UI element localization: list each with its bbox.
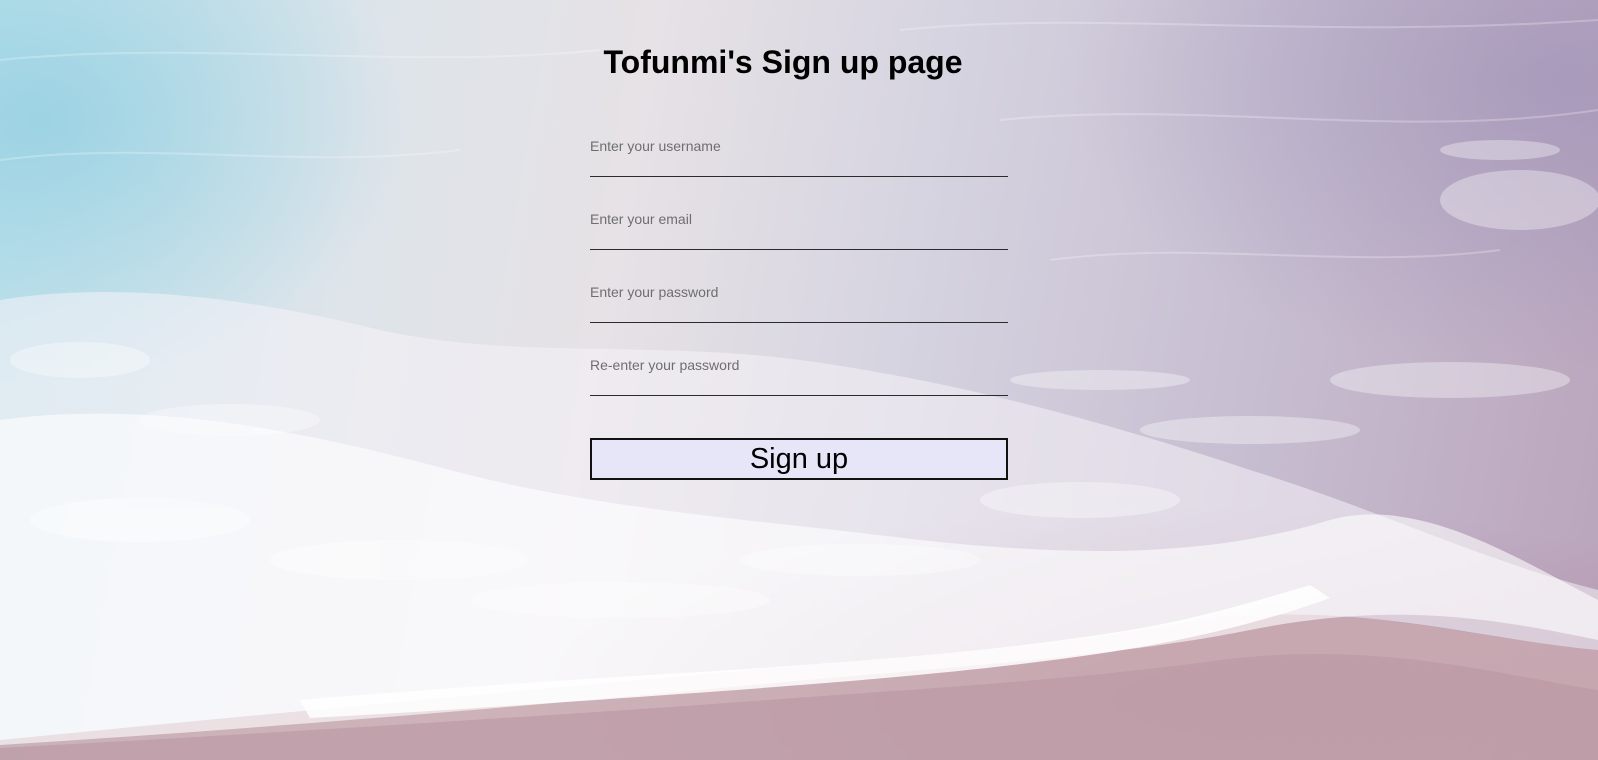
email-input[interactable] — [590, 203, 1008, 250]
password-input[interactable] — [590, 276, 1008, 323]
confirm-password-field-wrapper — [590, 349, 1008, 396]
password-field-wrapper — [590, 276, 1008, 323]
confirm-password-input[interactable] — [590, 349, 1008, 396]
page-title: Tofunmi's Sign up page — [0, 44, 1598, 81]
signup-form — [590, 130, 1008, 422]
username-input[interactable] — [590, 130, 1008, 177]
email-field-wrapper — [590, 203, 1008, 250]
page-title-text: Tofunmi's Sign up page — [603, 44, 963, 80]
username-field-wrapper — [590, 130, 1008, 177]
signup-button[interactable]: Sign up — [590, 438, 1008, 480]
